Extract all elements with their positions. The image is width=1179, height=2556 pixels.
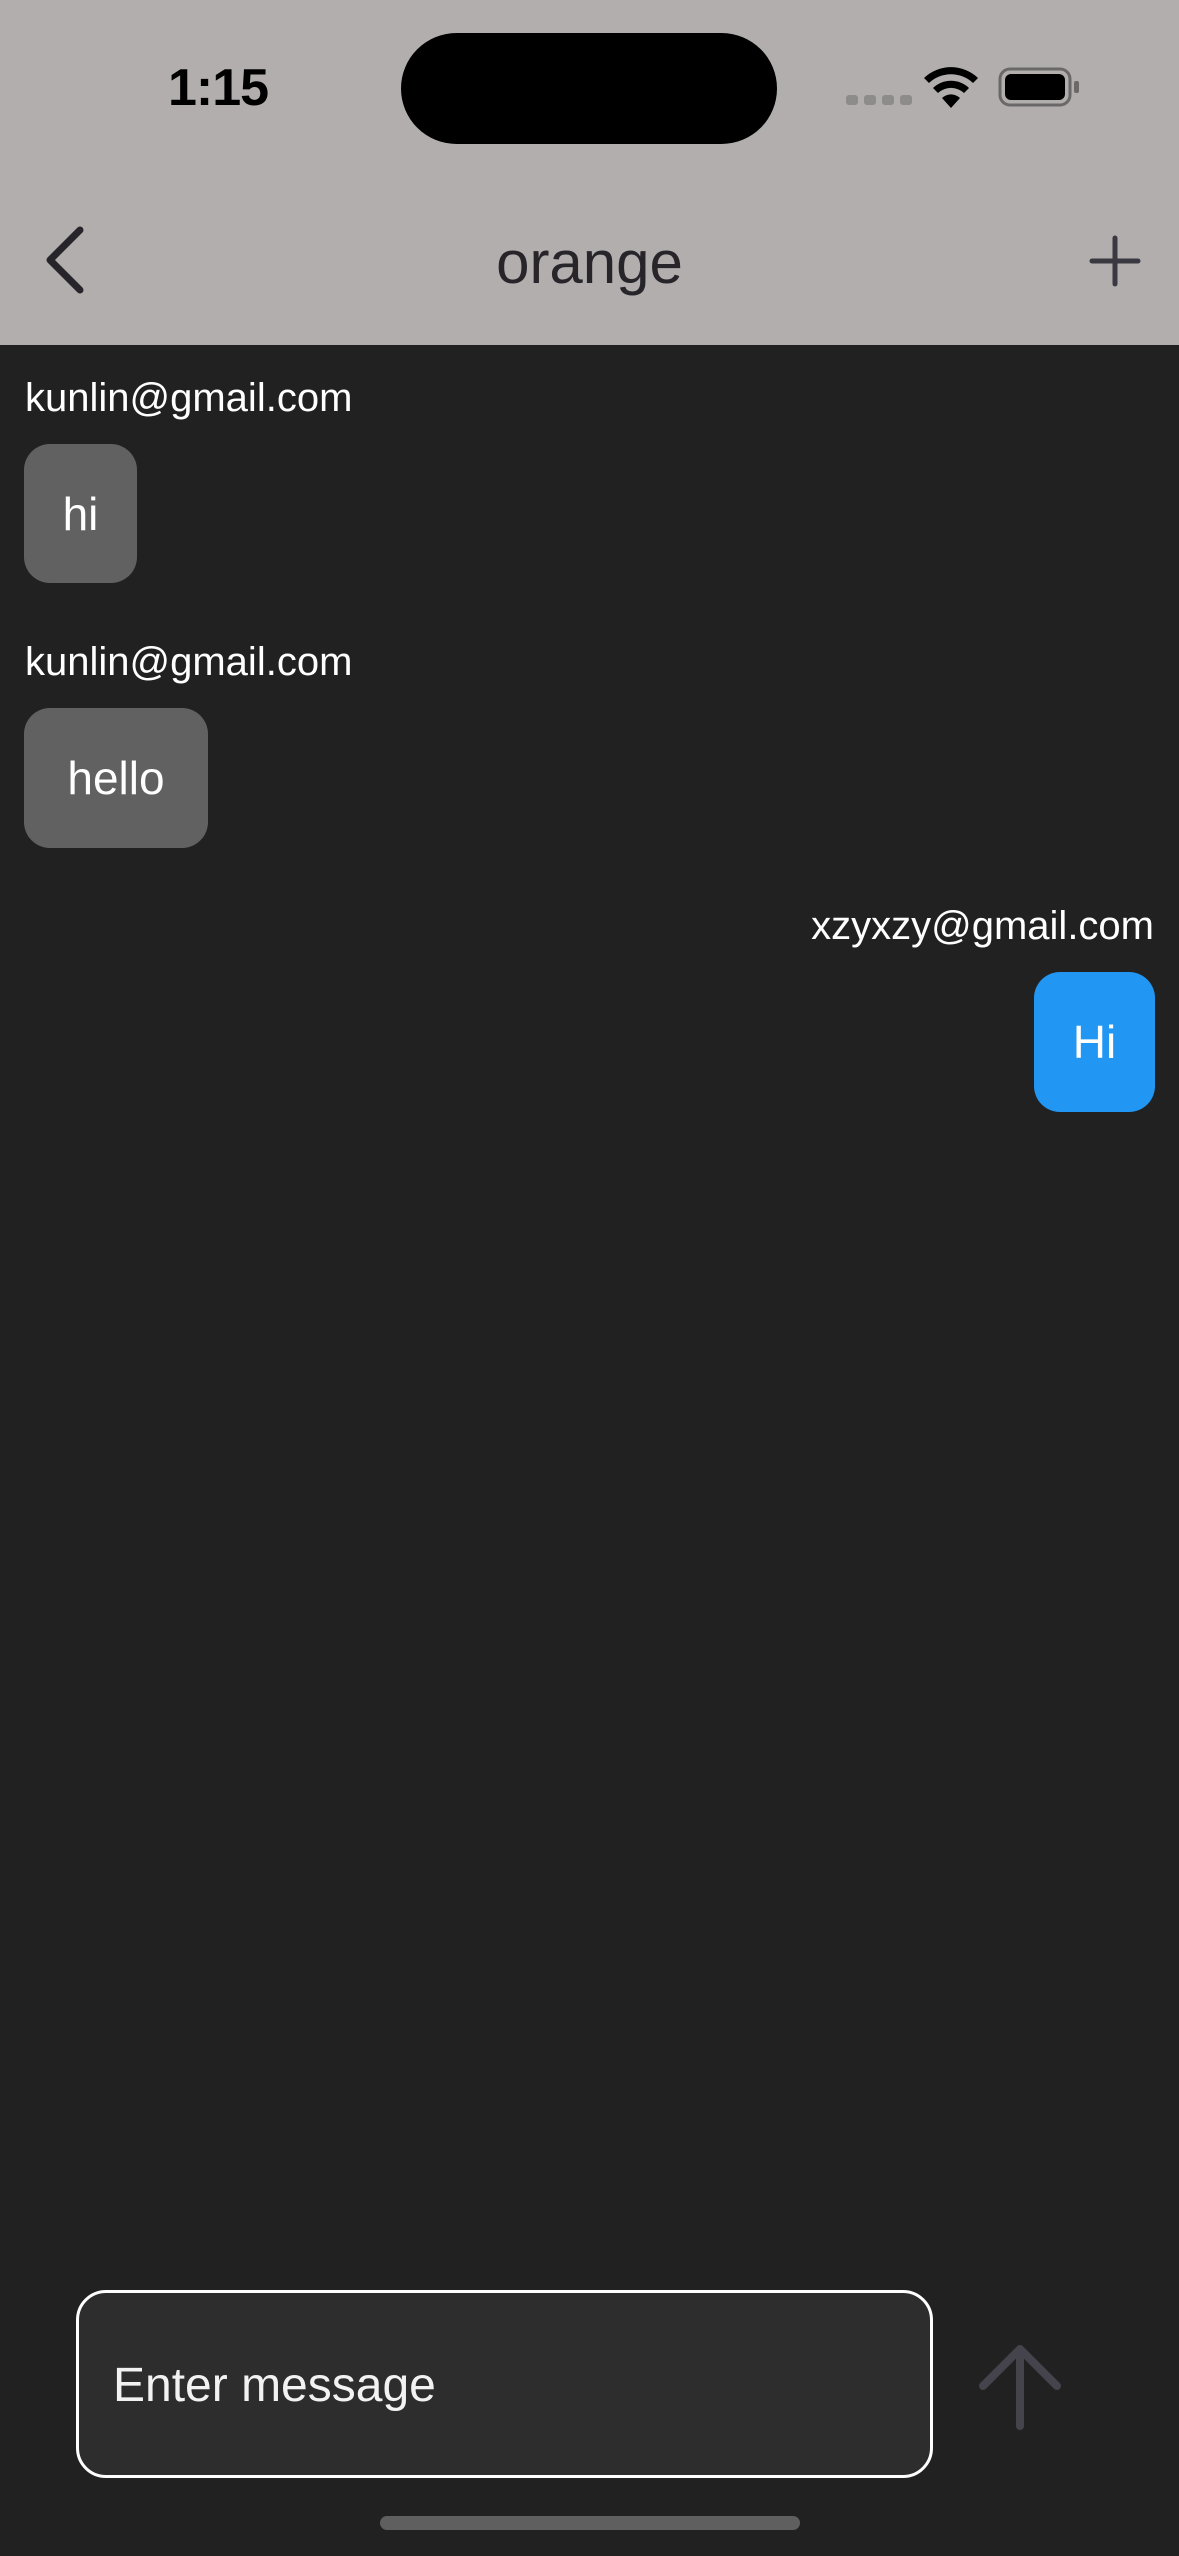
plus-icon — [1089, 235, 1141, 287]
home-indicator[interactable] — [380, 2516, 800, 2530]
top-bar: 1:15 orange — [0, 0, 1179, 345]
battery-icon — [998, 67, 1079, 107]
message-input-container[interactable] — [76, 2290, 933, 2478]
cellular-signal-icon — [846, 95, 912, 105]
chat-screen: 1:15 orange kunlin@gmail.com hi kunlin@g… — [0, 0, 1179, 2556]
arrow-up-icon — [979, 2345, 1061, 2430]
add-button[interactable] — [1082, 228, 1148, 294]
message-input[interactable] — [111, 2293, 895, 2477]
wifi-icon — [924, 67, 978, 108]
status-time: 1:15 — [168, 59, 269, 117]
message-sender: kunlin@gmail.com — [25, 376, 353, 420]
send-button[interactable] — [975, 2340, 1065, 2432]
message-bubble[interactable]: Hi — [1034, 972, 1155, 1112]
dynamic-island — [401, 33, 777, 144]
message-sender: xzyxzy@gmail.com — [811, 904, 1154, 948]
page-title: orange — [496, 229, 683, 296]
message-bubble[interactable]: hello — [24, 708, 208, 848]
message-sender: kunlin@gmail.com — [25, 640, 353, 684]
message-bubble[interactable]: hi — [24, 444, 137, 583]
